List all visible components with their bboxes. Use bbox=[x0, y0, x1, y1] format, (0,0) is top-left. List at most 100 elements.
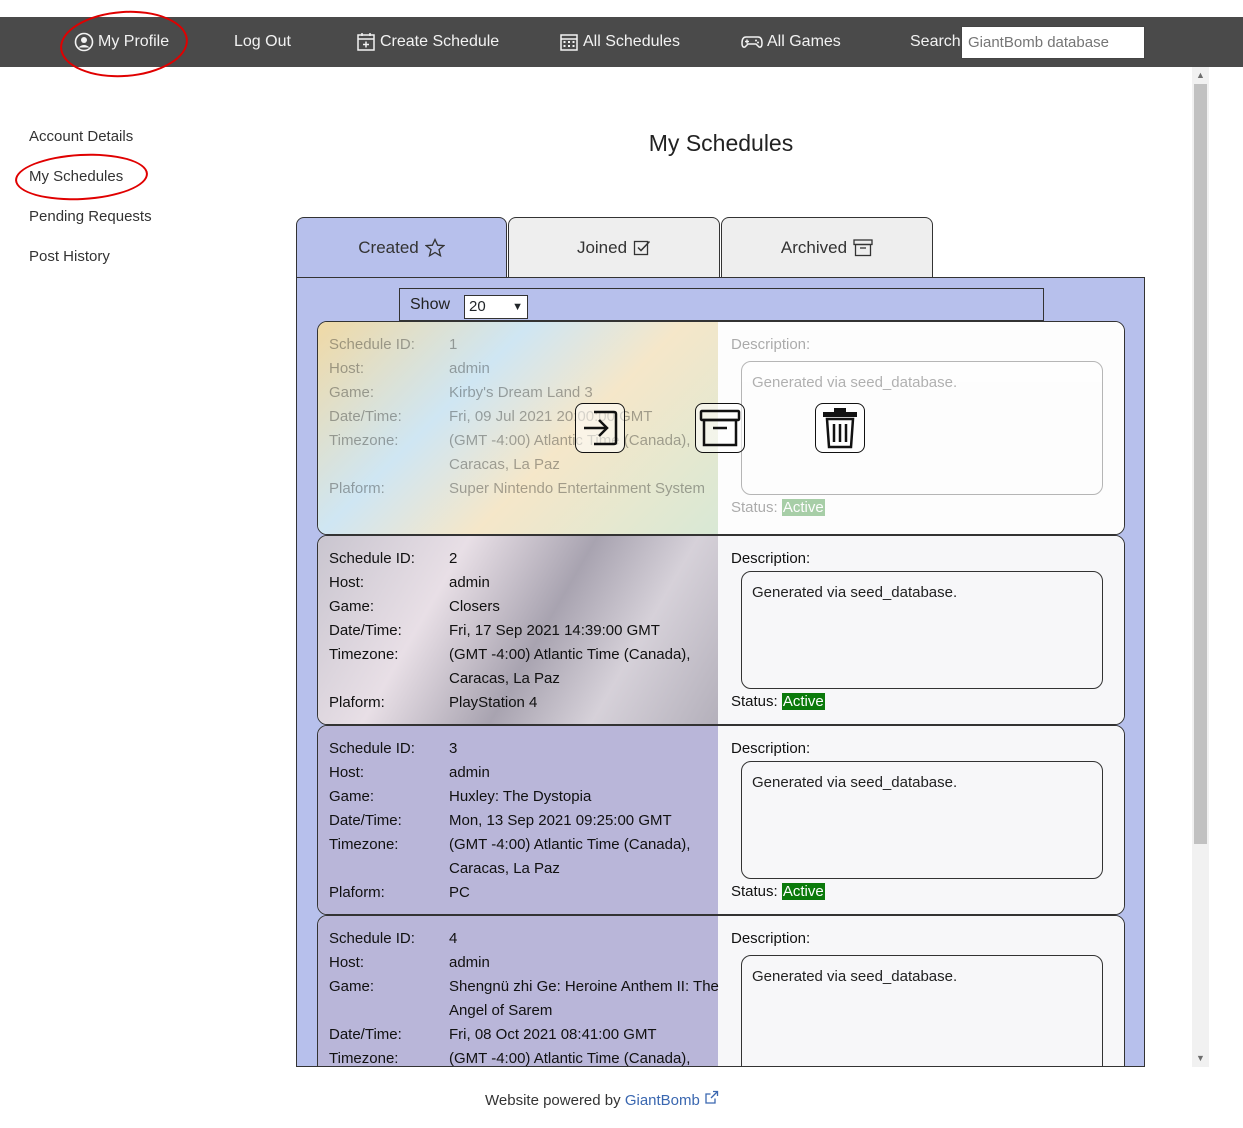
sidebar-item-pending-requests[interactable]: Pending Requests bbox=[29, 208, 152, 225]
field-label-description: Description: bbox=[731, 740, 811, 757]
schedule-datetime: Fri, 17 Sep 2021 14:39:00 GMT bbox=[449, 622, 660, 639]
status-badge: Active bbox=[781, 693, 825, 710]
star-icon bbox=[424, 237, 445, 257]
field-label-game: Game: bbox=[329, 978, 375, 995]
schedule-timezone: (GMT -4:00) Atlantic Time (Canada), bbox=[449, 1050, 691, 1067]
status-badge: Active bbox=[781, 883, 825, 900]
description-box: Generated via seed_database. bbox=[741, 361, 1103, 495]
top-navbar: My Profile Log Out Create Schedule All S… bbox=[0, 17, 1243, 67]
archive-box-icon bbox=[699, 409, 741, 447]
calendar-grid-icon bbox=[560, 34, 578, 51]
sidebar-item-my-schedules[interactable]: My Schedules bbox=[29, 168, 123, 185]
delete-button[interactable] bbox=[815, 403, 865, 453]
tab-archived[interactable]: Archived bbox=[721, 217, 933, 277]
schedule-host: admin bbox=[449, 360, 490, 377]
status-label: Status: bbox=[731, 693, 778, 710]
footer-text: Website powered by bbox=[485, 1092, 621, 1109]
status-badge: Active bbox=[781, 499, 825, 516]
field-label-description: Description: bbox=[731, 550, 811, 567]
schedule-game: Shengnü zhi Ge: Heroine Anthem II: The A… bbox=[449, 978, 719, 1019]
field-label-platform: Plaform: bbox=[329, 884, 385, 901]
schedule-timezone: (GMT -4:00) Atlantic Time (Canada), Cara… bbox=[449, 646, 691, 687]
field-label-description: Description: bbox=[731, 336, 811, 353]
nav-create-schedule-label: Create Schedule bbox=[380, 33, 500, 50]
page-scrollbar[interactable]: ▲ ▼ bbox=[1192, 67, 1209, 1067]
description-box: Generated via seed_database. bbox=[741, 955, 1103, 1066]
schedule-id: 3 bbox=[449, 740, 458, 757]
schedule-card[interactable]: Schedule ID: 3 Host: admin Game: Huxley:… bbox=[317, 725, 1125, 915]
field-label-game: Game: bbox=[329, 384, 375, 401]
tab-joined-label: Joined bbox=[576, 237, 628, 257]
field-label-timezone: Timezone: bbox=[329, 432, 399, 449]
status-label: Status: bbox=[731, 499, 778, 516]
field-label-host: Host: bbox=[329, 954, 365, 971]
tab-created-label: Created bbox=[358, 237, 419, 257]
archive-icon bbox=[853, 238, 873, 256]
schedule-platform: Super Nintendo Entertainment System bbox=[449, 480, 705, 497]
external-link-icon bbox=[705, 1090, 719, 1104]
giantbomb-link-label: GiantBomb bbox=[624, 1092, 700, 1109]
schedule-host: admin bbox=[449, 954, 490, 971]
schedule-timezone: (GMT -4:00) Atlantic Time (Canada), Cara… bbox=[449, 836, 691, 877]
chevron-down-icon: ▼ bbox=[512, 301, 523, 313]
sidebar-item-post-history[interactable]: Post History bbox=[29, 248, 110, 265]
field-label-platform: Plaform: bbox=[329, 694, 385, 711]
field-label-datetime: Date/Time: bbox=[329, 1026, 402, 1043]
show-count-select[interactable]: 20 ▼ bbox=[464, 295, 528, 319]
field-label-platform: Plaform: bbox=[329, 480, 385, 497]
schedule-id: 4 bbox=[449, 930, 458, 947]
field-label-datetime: Date/Time: bbox=[329, 812, 402, 829]
status-row: Status: Active bbox=[731, 883, 825, 900]
field-label-datetime: Date/Time: bbox=[329, 408, 402, 425]
field-label-description: Description: bbox=[731, 930, 811, 947]
show-bar: Show 20 ▼ bbox=[399, 288, 1044, 321]
calendar-plus-icon bbox=[357, 33, 375, 51]
schedules-panel: Show 20 ▼ Schedule ID: 1 Host: admin Gam… bbox=[296, 277, 1145, 1067]
scroll-thumb[interactable] bbox=[1194, 84, 1207, 844]
tab-created[interactable]: Created bbox=[296, 217, 507, 277]
enter-icon bbox=[584, 410, 618, 446]
nav-all-games-label: All Games bbox=[767, 33, 841, 50]
search-input[interactable] bbox=[961, 26, 1145, 59]
nav-all-schedules-label: All Schedules bbox=[583, 33, 680, 50]
show-label: Show bbox=[410, 296, 451, 313]
giantbomb-link[interactable]: GiantBomb bbox=[624, 1090, 719, 1109]
schedule-card[interactable]: Schedule ID: 4 Host: admin Game: Shengnü… bbox=[317, 915, 1125, 1067]
description-box: Generated via seed_database. bbox=[741, 571, 1103, 689]
trash-icon bbox=[823, 408, 857, 449]
footer: Website powered by GiantBomb bbox=[485, 1090, 719, 1109]
status-row: Status: Active bbox=[731, 693, 825, 710]
nav-all-games[interactable]: All Games bbox=[741, 17, 841, 67]
schedule-card[interactable]: Schedule ID: 1 Host: admin Game: Kirby's… bbox=[317, 321, 1125, 535]
schedule-card[interactable]: Schedule ID: 2 Host: admin Game: Closers… bbox=[317, 535, 1125, 725]
field-label-timezone: Timezone: bbox=[329, 1050, 399, 1067]
field-label-game: Game: bbox=[329, 788, 375, 805]
schedule-game: Huxley: The Dystopia bbox=[449, 788, 592, 805]
schedule-game: Closers bbox=[449, 598, 500, 615]
schedule-datetime: Mon, 13 Sep 2021 09:25:00 GMT bbox=[449, 812, 672, 829]
check-square-icon bbox=[633, 240, 651, 255]
user-circle-icon bbox=[74, 32, 94, 52]
schedule-id: 1 bbox=[449, 336, 458, 353]
nav-my-profile[interactable]: My Profile bbox=[74, 17, 169, 67]
schedule-id: 2 bbox=[449, 550, 458, 567]
schedule-platform: PC bbox=[449, 884, 470, 901]
search-label-text: Search bbox=[910, 33, 961, 50]
scroll-up-icon[interactable]: ▲ bbox=[1192, 67, 1209, 84]
schedule-datetime: Fri, 08 Oct 2021 08:41:00 GMT bbox=[449, 1026, 657, 1043]
field-label-id: Schedule ID: bbox=[329, 930, 415, 947]
scroll-down-icon[interactable]: ▼ bbox=[1192, 1050, 1209, 1067]
nav-create-schedule[interactable]: Create Schedule bbox=[356, 17, 499, 67]
join-button[interactable] bbox=[575, 403, 625, 453]
field-label-host: Host: bbox=[329, 764, 365, 781]
field-label-timezone: Timezone: bbox=[329, 646, 399, 663]
controller-icon bbox=[741, 36, 763, 48]
tab-joined[interactable]: Joined bbox=[508, 217, 720, 277]
schedule-host: admin bbox=[449, 764, 490, 781]
page-title: My Schedules bbox=[648, 130, 794, 156]
field-label-id: Schedule ID: bbox=[329, 550, 415, 567]
nav-log-out[interactable]: Log Out bbox=[234, 17, 291, 67]
nav-all-schedules[interactable]: All Schedules bbox=[559, 17, 680, 67]
tab-archived-label: Archived bbox=[780, 237, 848, 257]
archive-button[interactable] bbox=[695, 403, 745, 453]
